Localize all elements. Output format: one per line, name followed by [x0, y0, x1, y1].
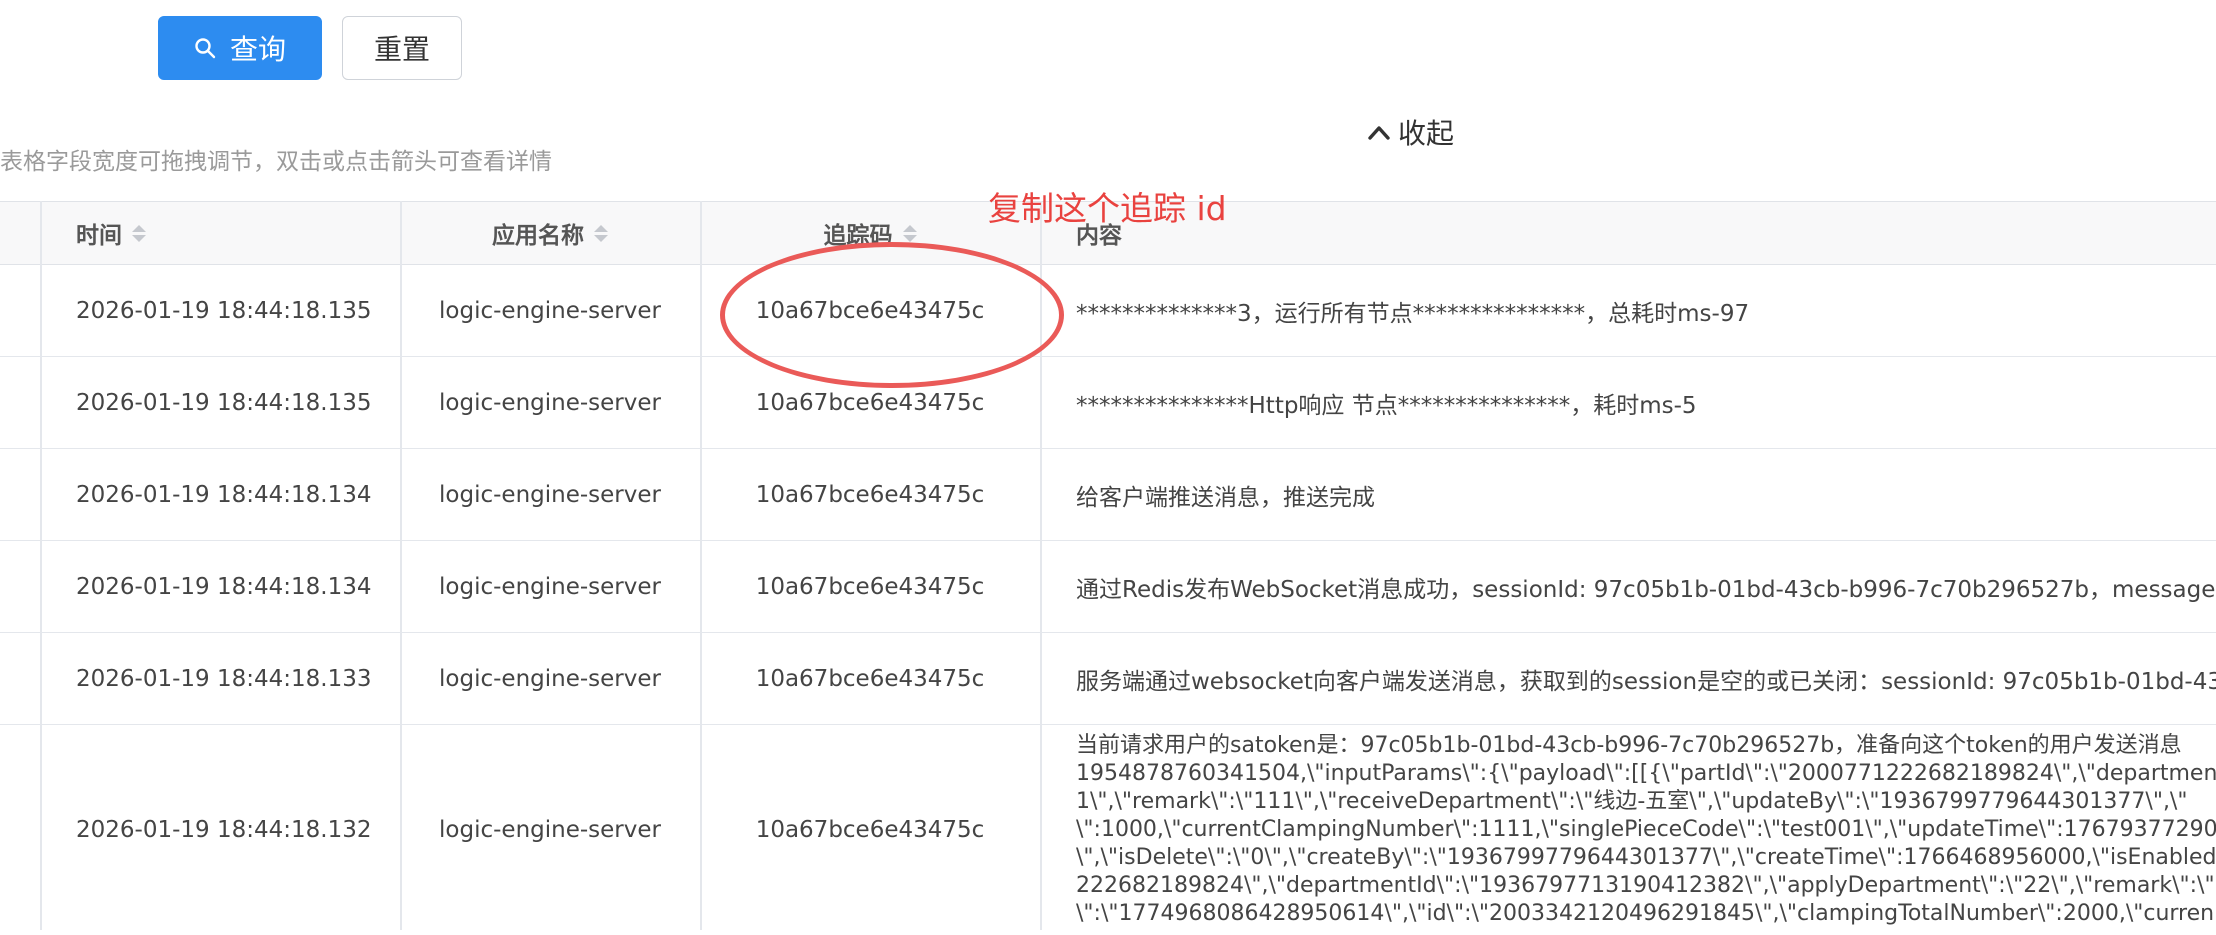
table-row[interactable]: 2026-01-19 18:44:18.133 logic-engine-ser… [0, 633, 2216, 725]
table-row[interactable]: 2026-01-19 18:44:18.134 logic-engine-ser… [0, 541, 2216, 633]
column-divider[interactable] [400, 201, 402, 930]
cell-time: 2026-01-19 18:44:18.133 [76, 665, 372, 692]
cell-app: logic-engine-server [439, 297, 661, 324]
cell-trace-link[interactable]: 10a67bce6e43475c [700, 725, 1040, 935]
cell-trace-link[interactable]: 10a67bce6e43475c [700, 449, 1040, 540]
cell-time: 2026-01-19 18:44:18.135 [76, 297, 372, 324]
query-button-label: 查询 [229, 33, 286, 66]
cell-trace-link[interactable]: 10a67bce6e43475c [700, 633, 1040, 724]
table-hint: 表格字段宽度可拖拽调节，双击或点击箭头可查看详情 [0, 149, 552, 175]
cell-content: 给客户端推送消息，推送完成 [1076, 484, 1375, 511]
annotation-text: 复制这个追踪 id [988, 189, 1227, 228]
table-row[interactable]: 2026-01-19 18:44:18.132 logic-engine-ser… [0, 725, 2216, 935]
reset-button-label: 重置 [373, 33, 430, 66]
chevron-up-icon [1368, 126, 1390, 140]
column-divider[interactable] [1040, 201, 1042, 930]
table-row[interactable]: 2026-01-19 18:44:18.134 logic-engine-ser… [0, 449, 2216, 541]
reset-button[interactable]: 重置 [342, 16, 462, 80]
table-row[interactable]: 2026-01-19 18:44:18.135 logic-engine-ser… [0, 265, 2216, 357]
sort-icon[interactable] [902, 224, 917, 242]
cell-app: logic-engine-server [439, 481, 661, 508]
sort-icon[interactable] [132, 224, 146, 242]
cell-app: logic-engine-server [439, 389, 661, 416]
cell-content: **************3，运行所有节点***************，总耗… [1076, 300, 1750, 327]
cell-content: 服务端通过websocket向客户端发送消息，获取到的session是空的或已关… [1076, 668, 2216, 695]
column-divider[interactable] [700, 201, 702, 930]
cell-content: 通过Redis发布WebSocket消息成功，sessionId: 97c05b… [1076, 576, 2216, 603]
cell-time: 2026-01-19 18:44:18.134 [76, 481, 372, 508]
query-button[interactable]: 查询 [158, 16, 322, 80]
collapse-toggle[interactable]: 收起 [1366, 112, 1454, 152]
cell-app: logic-engine-server [439, 573, 661, 600]
cell-content: ***************Http响应 节点***************，… [1076, 392, 1697, 419]
cell-time: 2026-01-19 18:44:18.134 [76, 573, 372, 600]
cell-trace-link[interactable]: 10a67bce6e43475c [700, 265, 1040, 356]
cell-app: logic-engine-server [439, 665, 661, 692]
column-header-time[interactable]: 时间 [0, 202, 400, 264]
cell-trace-link[interactable]: 10a67bce6e43475c [700, 357, 1040, 448]
sort-icon[interactable] [594, 224, 608, 242]
column-header-app[interactable]: 应用名称 [400, 202, 700, 264]
cell-time: 2026-01-19 18:44:18.135 [76, 389, 372, 416]
cell-content: 当前请求用户的satoken是：97c05b1b-01bd-43cb-b996-… [1076, 733, 2216, 926]
column-divider[interactable] [40, 201, 42, 930]
table-row[interactable]: 2026-01-19 18:44:18.135 logic-engine-ser… [0, 357, 2216, 449]
collapse-label: 收起 [1398, 117, 1455, 150]
cell-time: 2026-01-19 18:44:18.132 [76, 817, 372, 843]
cell-trace-link[interactable]: 10a67bce6e43475c [700, 541, 1040, 632]
search-icon [195, 38, 216, 59]
cell-app: logic-engine-server [439, 817, 661, 843]
